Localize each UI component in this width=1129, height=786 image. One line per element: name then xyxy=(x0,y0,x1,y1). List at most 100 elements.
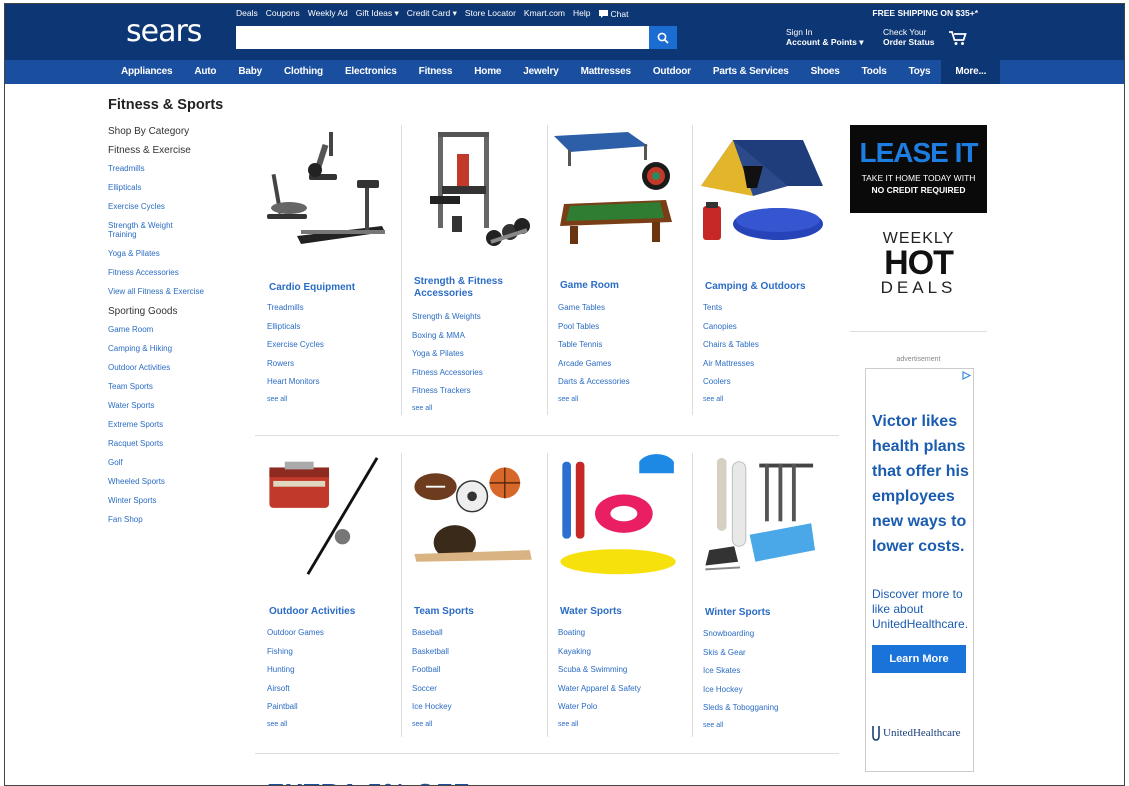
category-link[interactable]: Air Mattresses xyxy=(703,359,833,368)
free-shipping-banner[interactable]: FREE SHIPPING ON $35+* xyxy=(872,8,978,18)
nav-appliances[interactable]: Appliances xyxy=(110,60,183,84)
sidebar-link[interactable]: View all Fitness & Exercise xyxy=(108,287,248,296)
sidebar-link[interactable]: Yoga & Pilates xyxy=(108,249,248,258)
category-link[interactable]: Yoga & Pilates xyxy=(412,349,542,358)
category-title[interactable]: Camping & Outdoors xyxy=(705,281,830,293)
sidebar-link[interactable]: Fan Shop xyxy=(108,515,248,524)
see-all-link[interactable]: see all xyxy=(412,405,542,412)
sidebar-link[interactable]: Camping & Hiking xyxy=(108,344,248,353)
category-link[interactable]: Sleds & Tobogganing xyxy=(703,703,833,712)
see-all-link[interactable]: see all xyxy=(703,396,833,403)
see-all-link[interactable]: see all xyxy=(703,722,833,729)
nav-more[interactable]: More... xyxy=(941,60,1001,84)
winter-sports-image[interactable] xyxy=(693,454,838,579)
see-all-link[interactable]: see all xyxy=(558,721,688,728)
outdoor-activities-image[interactable] xyxy=(257,454,402,579)
category-link[interactable]: Ellipticals xyxy=(267,322,397,331)
category-link[interactable]: Basketball xyxy=(412,647,542,656)
nav-tools[interactable]: Tools xyxy=(851,60,898,84)
util-link-store-locator[interactable]: Store Locator xyxy=(465,8,516,19)
nav-jewelry[interactable]: Jewelry xyxy=(512,60,569,84)
weekly-hot-deals-ad[interactable]: WEEKLY HOT DEALS xyxy=(850,230,987,298)
sidebar-link[interactable]: Ellipticals xyxy=(108,183,248,192)
sears-logo[interactable]: sears xyxy=(126,14,202,49)
category-link[interactable]: Tents xyxy=(703,303,833,312)
util-link-kmart[interactable]: Kmart.com xyxy=(524,8,565,19)
sidebar-link[interactable]: Strength & Weight Training xyxy=(108,221,188,239)
see-all-link[interactable]: see all xyxy=(558,396,688,403)
sidebar-link[interactable]: Exercise Cycles xyxy=(108,202,248,211)
category-link[interactable]: Soccer xyxy=(412,684,542,693)
category-link[interactable]: Ice Skates xyxy=(703,666,833,675)
team-sports-image[interactable] xyxy=(402,454,547,579)
see-all-link[interactable]: see all xyxy=(267,721,397,728)
nav-shoes[interactable]: Shoes xyxy=(800,60,851,84)
nav-clothing[interactable]: Clothing xyxy=(273,60,334,84)
category-link[interactable]: Fitness Trackers xyxy=(412,386,542,395)
category-link[interactable]: Coolers xyxy=(703,377,833,386)
water-sports-image[interactable] xyxy=(548,454,693,579)
category-link[interactable]: Heart Monitors xyxy=(267,377,397,386)
cardio-equipment-image[interactable] xyxy=(257,126,402,251)
camping-image[interactable] xyxy=(693,126,838,251)
account-menu[interactable]: Sign In Account & Points ▾ xyxy=(786,27,863,47)
search-button[interactable] xyxy=(649,26,677,49)
category-link[interactable]: Darts & Accessories xyxy=(558,377,688,386)
category-link[interactable]: Snowboarding xyxy=(703,629,833,638)
order-status-link[interactable]: Check Your Order Status xyxy=(883,27,935,47)
learn-more-button[interactable]: Learn More xyxy=(872,645,966,673)
nav-baby[interactable]: Baby xyxy=(227,60,273,84)
category-link[interactable]: Water Apparel & Safety xyxy=(558,684,688,693)
sidebar-link[interactable]: Game Room xyxy=(108,325,248,334)
category-link[interactable]: Exercise Cycles xyxy=(267,340,397,349)
category-title[interactable]: Team Sports xyxy=(414,606,539,618)
category-link[interactable]: Ice Hockey xyxy=(703,685,833,694)
category-link[interactable]: Arcade Games xyxy=(558,359,688,368)
category-link[interactable]: Scuba & Swimming xyxy=(558,665,688,674)
category-link[interactable]: Boating xyxy=(558,628,688,637)
category-link[interactable]: Treadmills xyxy=(267,303,397,312)
util-link-deals[interactable]: Deals xyxy=(236,8,258,19)
category-link[interactable]: Table Tennis xyxy=(558,340,688,349)
nav-toys[interactable]: Toys xyxy=(898,60,942,84)
category-link[interactable]: Strength & Weights xyxy=(412,312,542,321)
nav-mattresses[interactable]: Mattresses xyxy=(570,60,642,84)
sidebar-link[interactable]: Racquet Sports xyxy=(108,439,248,448)
category-link[interactable]: Rowers xyxy=(267,359,397,368)
category-title[interactable]: Winter Sports xyxy=(705,607,830,619)
category-link[interactable]: Water Polo xyxy=(558,702,688,711)
cart-button[interactable] xyxy=(948,30,968,51)
sidebar-link[interactable]: Golf xyxy=(108,458,248,467)
strength-equipment-image[interactable] xyxy=(402,126,547,251)
category-link[interactable]: Paintball xyxy=(267,702,397,711)
util-link-credit-card[interactable]: Credit Card ▾ xyxy=(407,8,457,19)
category-title[interactable]: Game Room xyxy=(560,280,685,292)
category-link[interactable]: Football xyxy=(412,665,542,674)
category-link[interactable]: Hunting xyxy=(267,665,397,674)
see-all-link[interactable]: see all xyxy=(412,721,542,728)
unitedhealthcare-ad[interactable]: Victor likes health plans that offer his… xyxy=(865,368,974,772)
category-link[interactable]: Baseball xyxy=(412,628,542,637)
util-link-chat[interactable]: Chat xyxy=(598,8,628,19)
category-title[interactable]: Cardio Equipment xyxy=(269,282,394,294)
category-link[interactable]: Chairs & Tables xyxy=(703,340,833,349)
sidebar-link[interactable]: Winter Sports xyxy=(108,496,248,505)
sidebar-link[interactable]: Treadmills xyxy=(108,164,248,173)
category-title[interactable]: Water Sports xyxy=(560,606,685,618)
sidebar-link[interactable]: Wheeled Sports xyxy=(108,477,248,486)
sidebar-link[interactable]: Outdoor Activities xyxy=(108,363,248,372)
nav-electronics[interactable]: Electronics xyxy=(334,60,408,84)
util-link-gift-ideas[interactable]: Gift Ideas ▾ xyxy=(356,8,399,19)
util-link-help[interactable]: Help xyxy=(573,8,590,19)
util-link-weekly-ad[interactable]: Weekly Ad xyxy=(308,8,348,19)
category-link[interactable]: Boxing & MMA xyxy=(412,331,542,340)
game-room-image[interactable] xyxy=(548,126,693,251)
category-title[interactable]: Outdoor Activities xyxy=(269,606,394,618)
lease-it-ad[interactable]: LEASE IT TAKE IT HOME TODAY WITH NO CRED… xyxy=(850,125,987,213)
nav-fitness[interactable]: Fitness xyxy=(408,60,464,84)
category-link[interactable]: Skis & Gear xyxy=(703,648,833,657)
category-link[interactable]: Ice Hockey xyxy=(412,702,542,711)
category-link[interactable]: Fishing xyxy=(267,647,397,656)
category-link[interactable]: Game Tables xyxy=(558,303,688,312)
see-all-link[interactable]: see all xyxy=(267,396,397,403)
